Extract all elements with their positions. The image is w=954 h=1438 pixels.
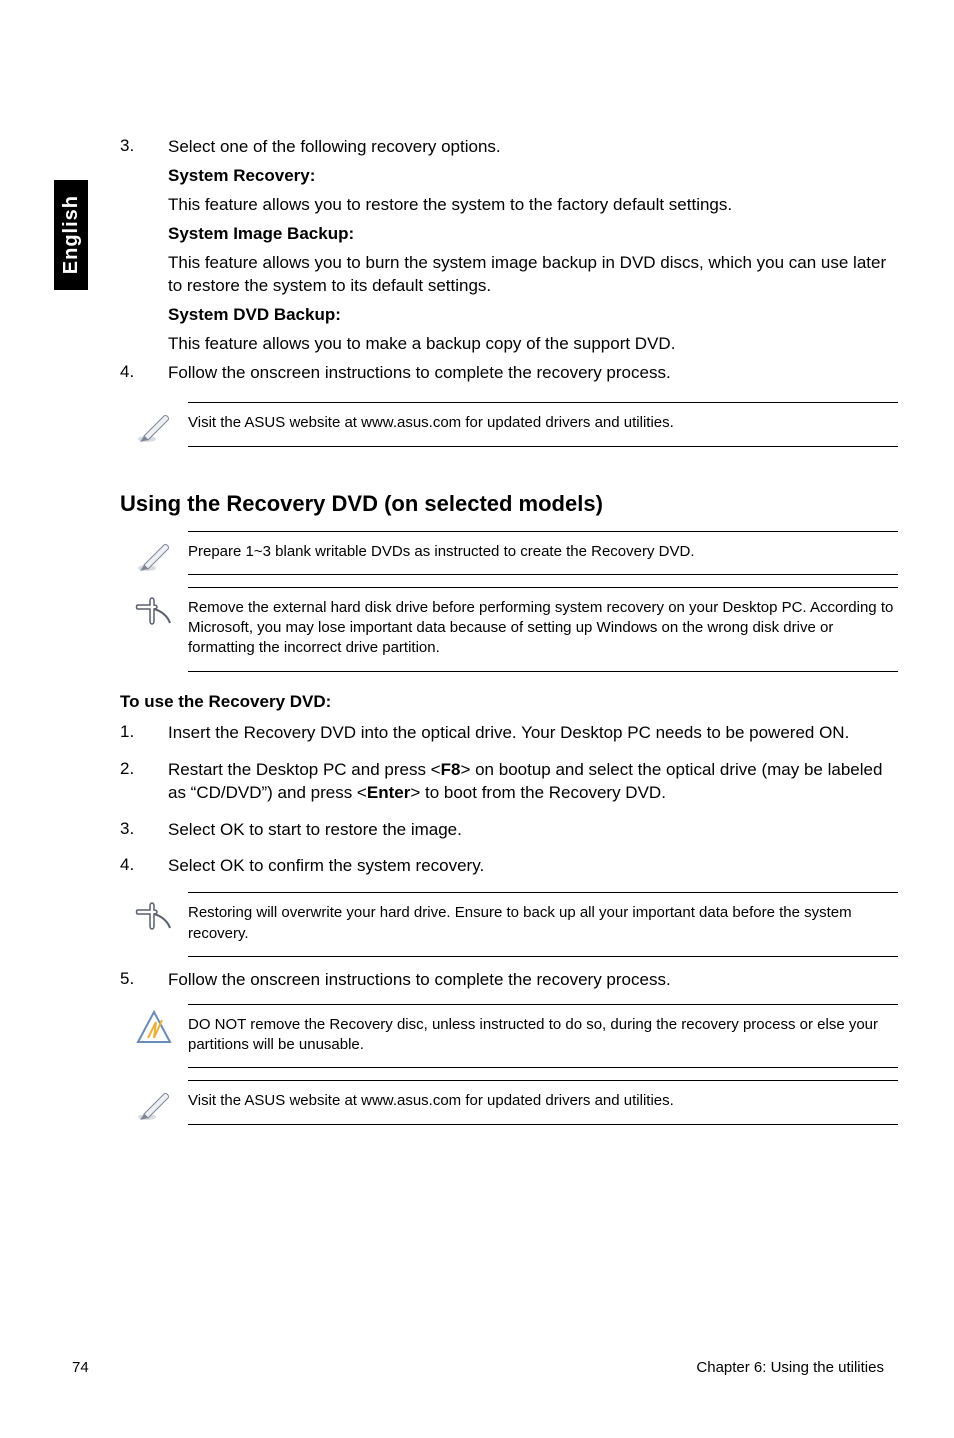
key-enter: Enter — [367, 783, 410, 802]
note-restoring-overwrite: Restoring will overwrite your hard drive… — [120, 892, 898, 957]
heading-recovery-dvd: Using the Recovery DVD (on selected mode… — [120, 491, 898, 517]
language-tab-label: English — [60, 195, 83, 274]
hand-pointing-icon — [120, 587, 188, 631]
system-dvd-backup-body: This feature allows you to make a backup… — [168, 333, 898, 356]
pencil-icon — [120, 531, 188, 575]
key-f8: F8 — [441, 760, 461, 779]
language-tab: English — [54, 180, 88, 290]
system-image-backup-title: System Image Backup: — [168, 223, 898, 246]
note-text: DO NOT remove the Recovery disc, unless … — [188, 1004, 898, 1069]
text-part: > to boot from the Recovery DVD. — [410, 783, 666, 802]
note-text: Prepare 1~3 blank writable DVDs as instr… — [188, 531, 898, 575]
step-number: 2. — [120, 759, 168, 805]
step-text: Select OK to confirm the system recovery… — [168, 855, 898, 878]
note-prepare-dvds: Prepare 1~3 blank writable DVDs as instr… — [120, 531, 898, 575]
note-do-not-remove: DO NOT remove the Recovery disc, unless … — [120, 1004, 898, 1069]
note-text: Visit the ASUS website at www.asus.com f… — [188, 1080, 898, 1124]
step-number: 4. — [120, 855, 168, 878]
step-text: Select one of the following recovery opt… — [168, 136, 898, 159]
note-visit-asus-2: Visit the ASUS website at www.asus.com f… — [120, 1080, 898, 1124]
page-number: 74 — [72, 1359, 89, 1376]
step-text: Restart the Desktop PC and press <F8> on… — [168, 759, 898, 805]
step-number: 1. — [120, 722, 168, 745]
chapter-label: Chapter 6: Using the utilities — [696, 1359, 884, 1376]
system-recovery-body: This feature allows you to restore the s… — [168, 194, 898, 217]
use-step-1: 1. Insert the Recovery DVD into the opti… — [120, 722, 898, 745]
step-number: 5. — [120, 969, 168, 992]
step-text: Follow the onscreen instructions to comp… — [168, 362, 898, 385]
step-number: 3. — [120, 136, 168, 159]
use-step-5: 5. Follow the onscreen instructions to c… — [120, 969, 898, 992]
pencil-icon — [120, 1080, 188, 1124]
step-text: Follow the onscreen instructions to comp… — [168, 969, 898, 992]
step-text: Insert the Recovery DVD into the optical… — [168, 722, 898, 745]
note-text: Restoring will overwrite your hard drive… — [188, 892, 898, 957]
note-remove-hdd: Remove the external hard disk drive befo… — [120, 587, 898, 672]
warning-icon — [120, 1004, 188, 1048]
system-image-backup-body: This feature allows you to burn the syst… — [168, 252, 898, 298]
use-step-2: 2. Restart the Desktop PC and press <F8>… — [120, 759, 898, 805]
recovery-dvd-steps: 1. Insert the Recovery DVD into the opti… — [120, 722, 898, 879]
to-use-recovery-dvd-title: To use the Recovery DVD: — [120, 692, 898, 712]
text-part: Restart the Desktop PC and press < — [168, 760, 441, 779]
pencil-icon — [120, 402, 188, 446]
step-4: 4. Follow the onscreen instructions to c… — [120, 362, 898, 385]
system-dvd-backup-title: System DVD Backup: — [168, 304, 898, 327]
page-footer: 74 Chapter 6: Using the utilities — [72, 1359, 884, 1376]
note-text: Visit the ASUS website at www.asus.com f… — [188, 402, 898, 446]
step-text: Select OK to start to restore the image. — [168, 819, 898, 842]
system-recovery-title: System Recovery: — [168, 165, 898, 188]
step-number: 3. — [120, 819, 168, 842]
step-number: 4. — [120, 362, 168, 385]
use-step-3: 3. Select OK to start to restore the ima… — [120, 819, 898, 842]
note-visit-asus: Visit the ASUS website at www.asus.com f… — [120, 402, 898, 446]
main-content: 3. Select one of the following recovery … — [120, 136, 898, 1137]
step-3: 3. Select one of the following recovery … — [120, 136, 898, 159]
hand-pointing-icon — [120, 892, 188, 936]
use-step-4: 4. Select OK to confirm the system recov… — [120, 855, 898, 878]
note-text: Remove the external hard disk drive befo… — [188, 587, 898, 672]
page: English 3. Select one of the following r… — [0, 0, 954, 1438]
